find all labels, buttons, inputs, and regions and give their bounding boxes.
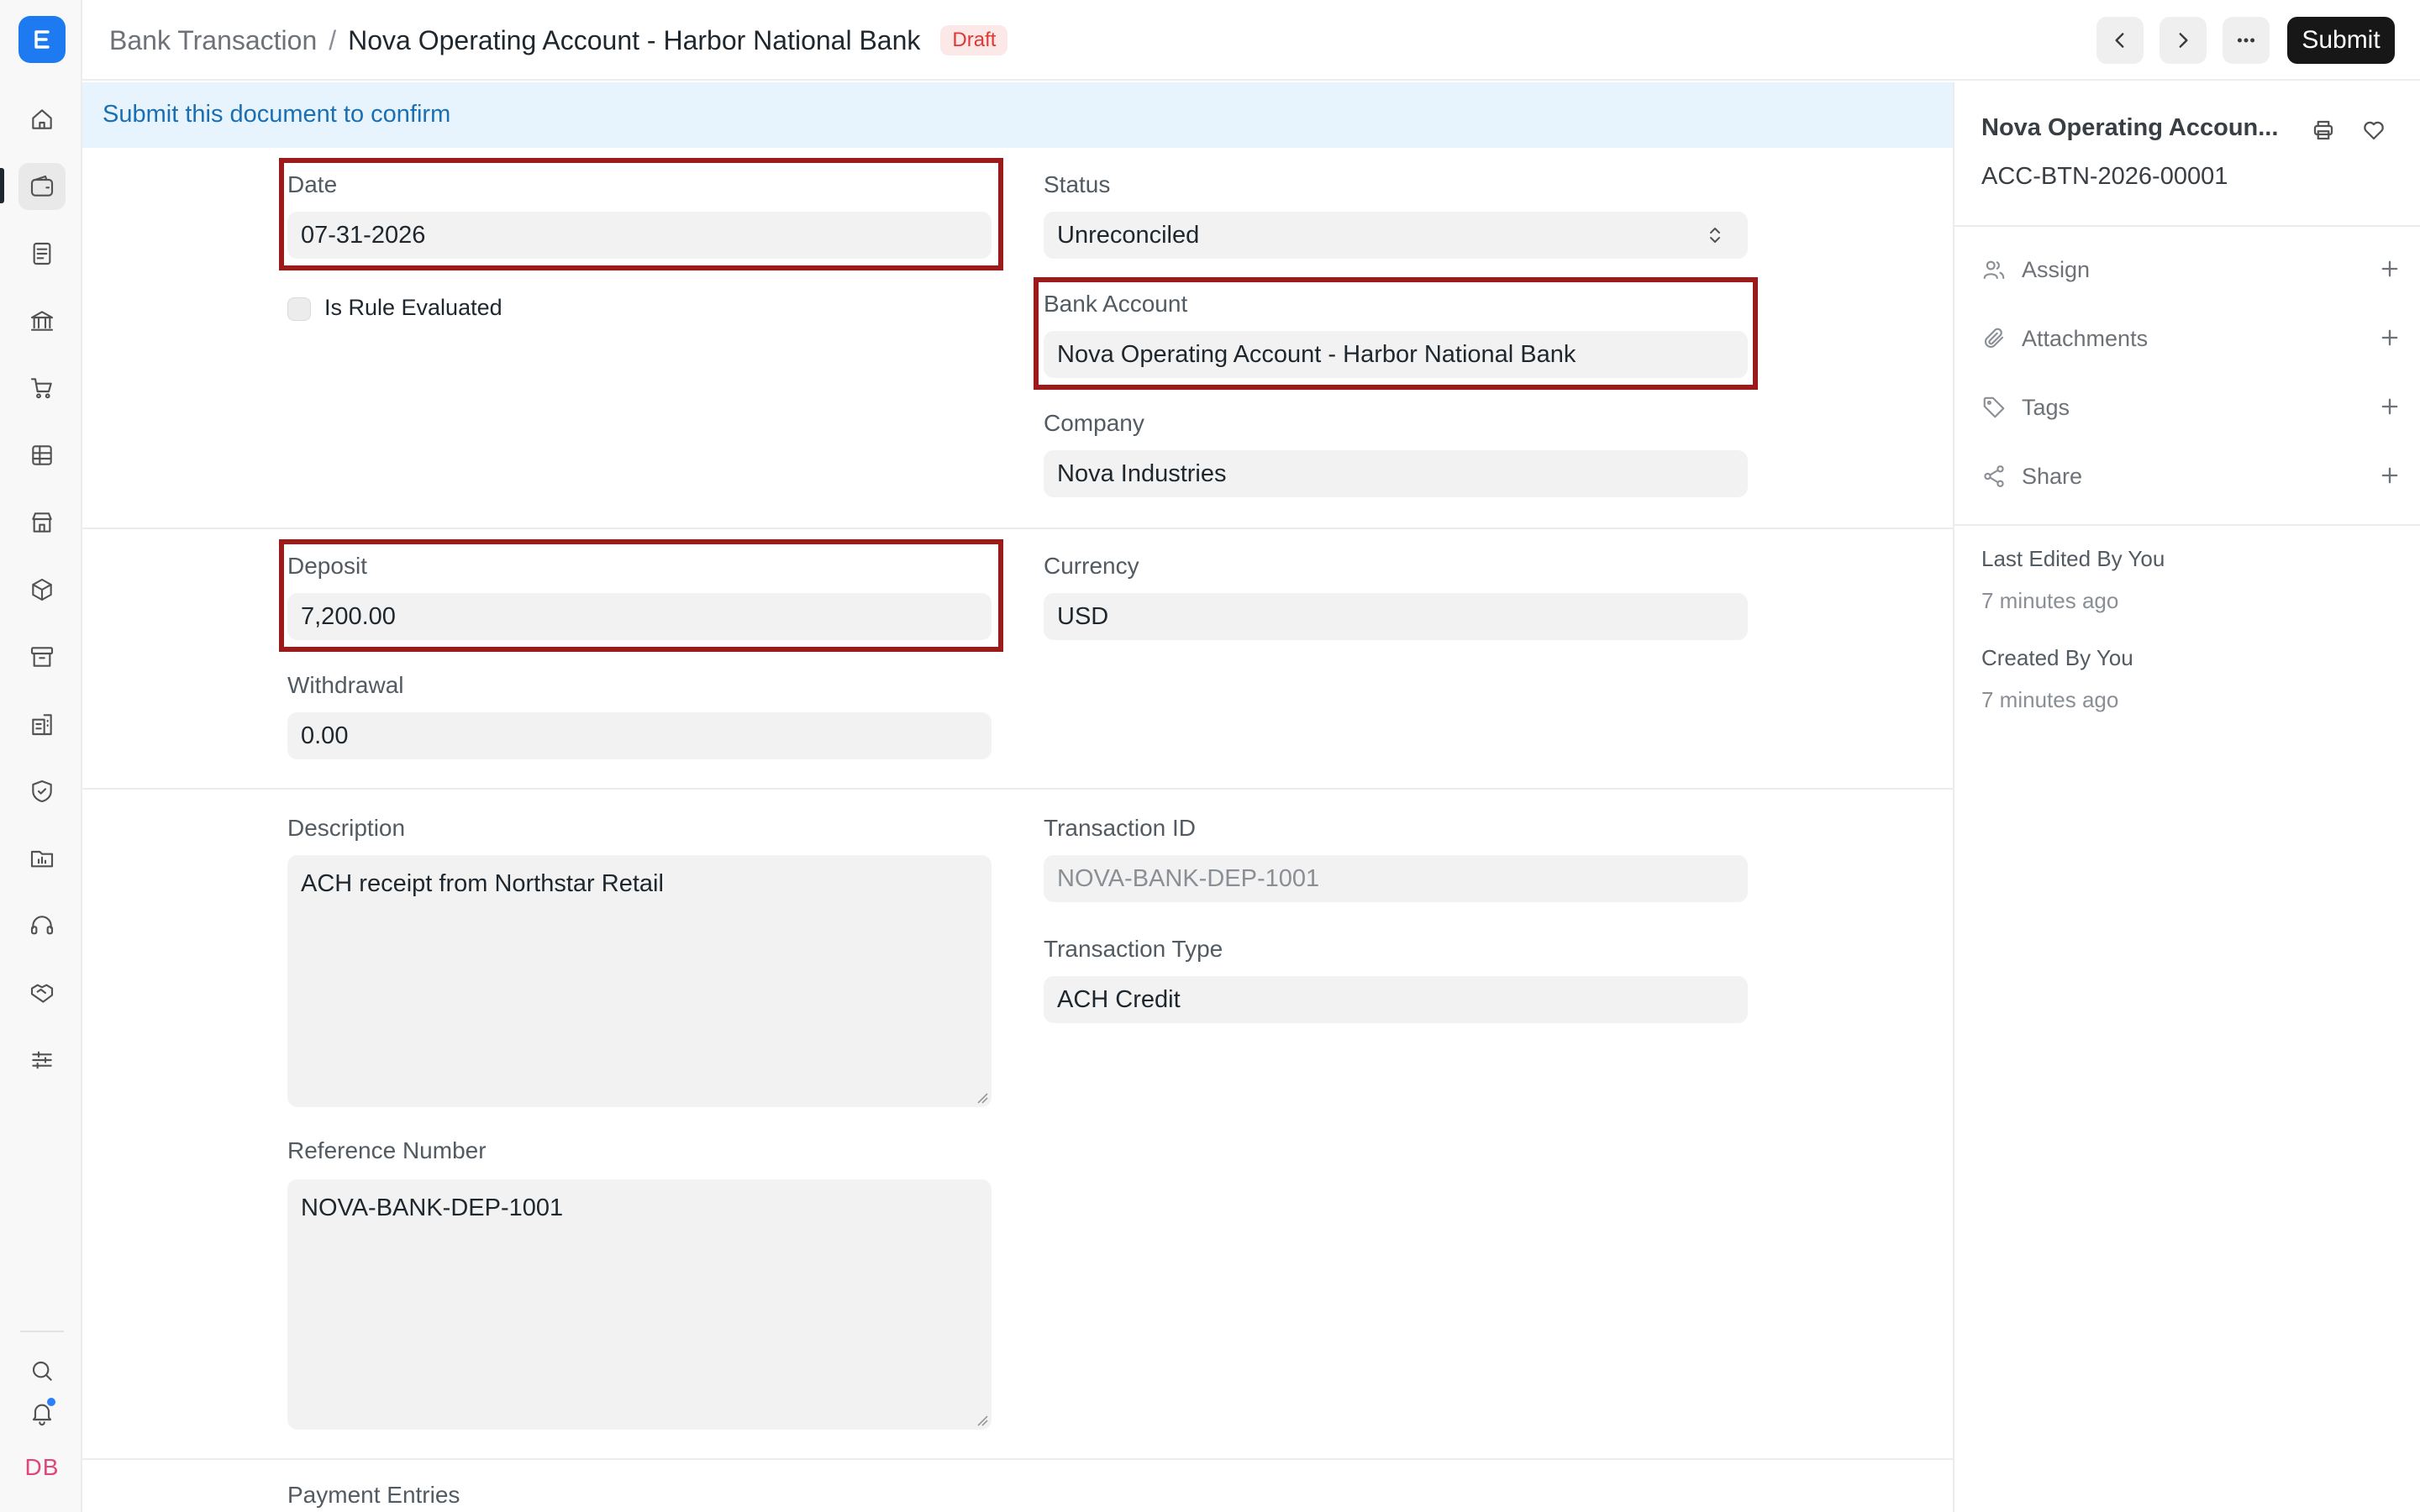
form-main: Date 07-31-2026 Is Rule Evaluated Status… [82, 148, 1953, 1512]
headset-icon[interactable] [18, 902, 66, 949]
banner-text: Submit this document to confirm [103, 101, 451, 128]
transaction-type-label: Transaction Type [1044, 936, 1223, 962]
date-highlight-box [279, 158, 1003, 270]
withdrawal-field[interactable]: 0.00 [287, 712, 992, 759]
is-rule-evaluated-label: Is Rule Evaluated [324, 295, 502, 320]
sidebar-item-label: Share [2022, 464, 2083, 489]
breadcrumb-separator: / [329, 25, 337, 55]
bank-account-highlight-box [1034, 277, 1758, 390]
folder-chart-icon[interactable] [18, 835, 66, 882]
share-icon [1981, 464, 2007, 489]
status-badge: Draft [940, 25, 1008, 55]
handshake-icon[interactable] [18, 969, 66, 1016]
description-label: Description [287, 815, 406, 841]
status-select[interactable]: Unreconciled [1044, 212, 1748, 259]
document-id: ACC-BTN-2026-00001 [1981, 163, 2228, 190]
top-bar: Bank Transaction / Nova Operating Accoun… [82, 0, 2420, 81]
add-assign-icon[interactable] [2378, 257, 2402, 281]
submit-button[interactable]: Submit [2287, 17, 2395, 64]
sidebar-item-assign[interactable]: Assign [1981, 249, 2402, 291]
sidebar-divider [1954, 524, 2420, 526]
withdrawal-label: Withdrawal [287, 672, 404, 698]
chevron-left-icon [2115, 33, 2124, 48]
previous-doc-button[interactable] [2096, 17, 2144, 64]
description-value: ACH receipt from Northstar Retail [301, 870, 664, 897]
created-label: Created By You [1981, 645, 2133, 670]
resize-grip-icon[interactable] [976, 1092, 988, 1104]
sidebar-item-share[interactable]: Share [1981, 455, 2402, 497]
rail-divider [20, 1331, 64, 1332]
company-field[interactable]: Nova Industries [1044, 450, 1748, 497]
home-icon[interactable] [18, 96, 66, 143]
sidebar-item-label: Tags [2022, 395, 2070, 420]
building-icon[interactable] [18, 701, 66, 748]
more-dots-icon [2237, 38, 2255, 43]
sidebar-item-tags[interactable]: Tags [1981, 386, 2402, 428]
package-icon[interactable] [18, 566, 66, 613]
breadcrumb-parent-link[interactable]: Bank Transaction [109, 22, 317, 59]
table-icon[interactable] [18, 432, 66, 479]
app-sidebar: DB [0, 0, 82, 1512]
currency-field[interactable]: USD [1044, 593, 1748, 640]
store-icon[interactable] [18, 499, 66, 546]
select-chevron-icon [1710, 228, 1720, 243]
reference-number-value: NOVA-BANK-DEP-1001 [301, 1194, 564, 1221]
sidebar-item-attachments[interactable]: Attachments [1981, 318, 2402, 360]
section-divider [82, 788, 1953, 790]
notification-bell-icon[interactable] [18, 1389, 66, 1436]
transaction-type-field[interactable]: ACH Credit [1044, 976, 1748, 1023]
submit-banner: Submit this document to confirm [82, 82, 1953, 148]
sidebar-divider [1954, 225, 2420, 227]
section-divider [82, 1458, 1953, 1460]
document-sidebar: Nova Operating Accoun... ACC-BTN-2026-00… [1953, 82, 2420, 1512]
reference-number-label: Reference Number [287, 1137, 487, 1163]
chevron-right-icon [2179, 33, 2188, 48]
heart-icon[interactable] [2358, 114, 2390, 146]
tag-icon [1981, 395, 2007, 420]
user-avatar[interactable]: DB [18, 1446, 66, 1488]
shield-icon[interactable] [18, 768, 66, 815]
transaction-id-field: NOVA-BANK-DEP-1001 [1044, 855, 1748, 902]
sidebar-item-label: Assign [2022, 257, 2091, 282]
company-label: Company [1044, 410, 1144, 436]
next-doc-button[interactable] [2160, 17, 2207, 64]
payment-entries-label: Payment Entries [287, 1482, 460, 1508]
notification-dot [45, 1396, 57, 1408]
add-attachment-icon[interactable] [2378, 326, 2402, 349]
settings-sliders-icon[interactable] [18, 1037, 66, 1084]
cart-icon[interactable] [18, 365, 66, 412]
archive-icon[interactable] [18, 633, 66, 680]
wallet-icon[interactable] [18, 163, 66, 210]
more-actions-button[interactable] [2223, 17, 2270, 64]
created-time: 7 minutes ago [1981, 687, 2119, 712]
breadcrumb: Bank Transaction / Nova Operating Accoun… [109, 22, 1008, 59]
add-tag-icon[interactable] [2378, 395, 2402, 418]
search-icon[interactable] [18, 1347, 66, 1394]
currency-label: Currency [1044, 553, 1139, 579]
last-edited-label: Last Edited By You [1981, 546, 2165, 571]
paperclip-icon [1981, 326, 2007, 351]
active-indicator [0, 168, 4, 203]
resize-grip-icon[interactable] [976, 1415, 988, 1426]
last-edited-time: 7 minutes ago [1981, 588, 2119, 613]
status-label: Status [1044, 171, 1111, 197]
bank-icon[interactable] [18, 297, 66, 344]
status-value: Unreconciled [1057, 222, 1200, 249]
is-rule-evaluated-checkbox[interactable] [287, 297, 311, 321]
print-icon[interactable] [2307, 114, 2339, 146]
deposit-highlight-box [279, 539, 1003, 652]
page-title: Nova Operating Account - Harbor National… [348, 25, 921, 55]
app-logo[interactable] [18, 16, 66, 63]
logo-icon [34, 30, 50, 49]
sidebar-item-label: Attachments [2022, 326, 2149, 351]
reference-number-textarea[interactable]: NOVA-BANK-DEP-1001 [287, 1179, 992, 1430]
add-share-icon[interactable] [2378, 464, 2402, 487]
sidebar-title: Nova Operating Accoun... [1981, 114, 2279, 141]
document-icon[interactable] [18, 230, 66, 277]
users-icon [1981, 257, 2007, 282]
section-divider [82, 528, 1953, 529]
description-textarea[interactable]: ACH receipt from Northstar Retail [287, 855, 992, 1107]
transaction-id-label: Transaction ID [1044, 815, 1197, 841]
